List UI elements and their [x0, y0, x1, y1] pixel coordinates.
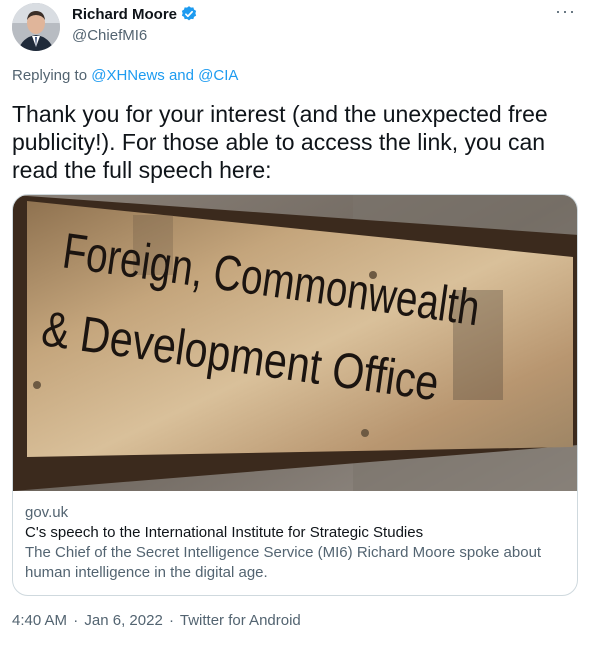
card-image: Foreign, Commonwealth & Development Offi…: [13, 195, 577, 491]
avatar[interactable]: [12, 3, 60, 51]
author-name-row: Richard Moore: [72, 5, 198, 23]
footer-separator: ·: [73, 612, 79, 629]
card-meta: gov.uk C's speech to the International I…: [25, 503, 565, 583]
replying-to-line: Replying to @XHNews and @CIA: [12, 67, 238, 84]
author-handle[interactable]: @ChiefMI6: [72, 27, 147, 44]
replying-prefix: Replying to: [12, 67, 88, 84]
tweet-date[interactable]: Jan 6, 2022: [84, 612, 162, 629]
tweet-source[interactable]: Twitter for Android: [180, 612, 301, 629]
tweet-time[interactable]: 4:40 AM: [12, 612, 67, 629]
avatar-image: [12, 3, 60, 51]
author-display-name[interactable]: Richard Moore: [72, 6, 177, 23]
tweet-text: Thank you for your interest (and the une…: [12, 101, 548, 183]
mention-cia-link[interactable]: @CIA: [198, 67, 238, 84]
card-description: The Chief of the Secret Intelligence Ser…: [25, 544, 542, 581]
replying-joiner: and: [168, 67, 194, 84]
more-options-button[interactable]: ···: [555, 2, 576, 20]
verified-badge-icon: [180, 5, 198, 23]
ellipsis-icon: ···: [555, 1, 576, 21]
footer-separator: ·: [168, 612, 174, 629]
mention-xhnews-link[interactable]: @XHNews: [91, 67, 165, 84]
link-preview-card[interactable]: Foreign, Commonwealth & Development Offi…: [12, 194, 578, 596]
card-domain: gov.uk: [25, 504, 69, 521]
tweet-footer: 4:40 AM · Jan 6, 2022 · Twitter for Andr…: [12, 612, 301, 629]
card-title: C's speech to the International Institut…: [25, 524, 424, 541]
